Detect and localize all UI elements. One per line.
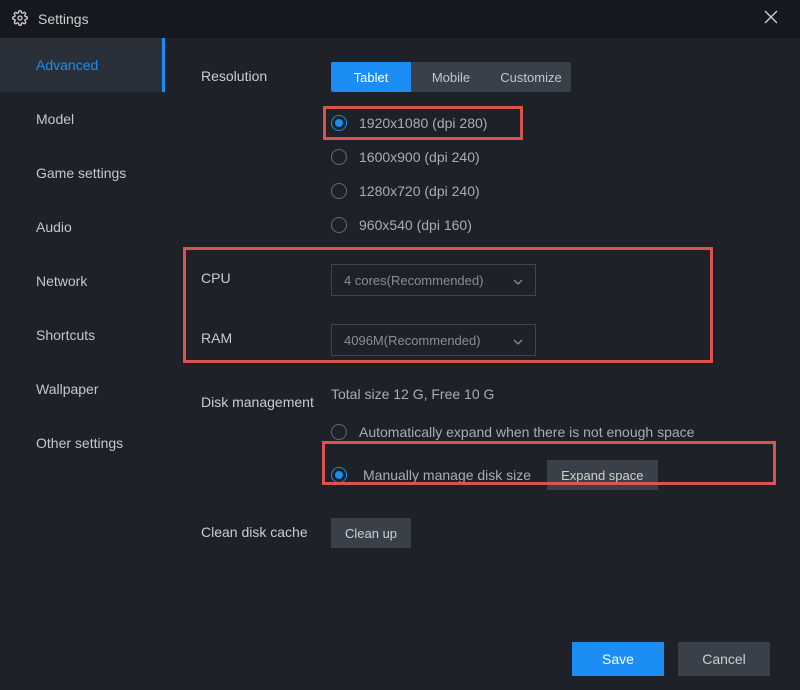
disk-manual-option[interactable]: Manually manage disk size Expand space bbox=[331, 460, 694, 490]
main-panel: Resolution Tablet Mobile Customize 1920x… bbox=[165, 38, 800, 628]
sidebar-item-model[interactable]: Model bbox=[0, 92, 165, 146]
sidebar-item-shortcuts[interactable]: Shortcuts bbox=[0, 308, 165, 362]
clean-cache-label: Clean disk cache bbox=[201, 518, 331, 540]
sidebar-item-advanced[interactable]: Advanced bbox=[0, 38, 165, 92]
sidebar-item-label: Wallpaper bbox=[36, 381, 99, 397]
save-button[interactable]: Save bbox=[572, 642, 664, 676]
sidebar-item-label: Advanced bbox=[36, 57, 98, 73]
radio-label: 1600x900 (dpi 240) bbox=[359, 149, 480, 165]
sidebar-item-label: Shortcuts bbox=[36, 327, 95, 343]
resolution-label: Resolution bbox=[201, 62, 331, 84]
resolution-option-960[interactable]: 960x540 (dpi 160) bbox=[331, 214, 487, 236]
radio-label: Automatically expand when there is not e… bbox=[359, 424, 694, 440]
disk-info: Total size 12 G, Free 10 G bbox=[331, 386, 694, 402]
cpu-select[interactable]: 4 cores(Recommended) bbox=[331, 264, 536, 296]
ram-select[interactable]: 4096M(Recommended) bbox=[331, 324, 536, 356]
sidebar-item-label: Audio bbox=[36, 219, 72, 235]
tab-customize[interactable]: Customize bbox=[491, 62, 571, 92]
titlebar-left: Settings bbox=[12, 10, 89, 29]
cpu-select-value: 4 cores(Recommended) bbox=[344, 273, 483, 288]
sidebar-item-audio[interactable]: Audio bbox=[0, 200, 165, 254]
close-icon[interactable] bbox=[754, 4, 788, 35]
resolution-option-1920[interactable]: 1920x1080 (dpi 280) bbox=[331, 112, 487, 134]
clean-up-button[interactable]: Clean up bbox=[331, 518, 411, 548]
resolution-option-1600[interactable]: 1600x900 (dpi 240) bbox=[331, 146, 487, 168]
sidebar: Advanced Model Game settings Audio Netwo… bbox=[0, 38, 165, 628]
radio-icon bbox=[331, 467, 347, 483]
gear-icon bbox=[12, 10, 28, 29]
sidebar-item-network[interactable]: Network bbox=[0, 254, 165, 308]
radio-icon bbox=[331, 424, 347, 440]
radio-label: Manually manage disk size bbox=[363, 467, 531, 483]
cancel-button[interactable]: Cancel bbox=[678, 642, 770, 676]
sidebar-item-game-settings[interactable]: Game settings bbox=[0, 146, 165, 200]
tab-mobile[interactable]: Mobile bbox=[411, 62, 491, 92]
disk-label: Disk management bbox=[201, 386, 331, 413]
expand-space-button[interactable]: Expand space bbox=[547, 460, 657, 490]
disk-auto-option[interactable]: Automatically expand when there is not e… bbox=[331, 416, 694, 448]
tab-tablet[interactable]: Tablet bbox=[331, 62, 411, 92]
radio-icon bbox=[331, 217, 347, 233]
sidebar-item-label: Model bbox=[36, 111, 74, 127]
resolution-option-1280[interactable]: 1280x720 (dpi 240) bbox=[331, 180, 487, 202]
sidebar-item-other-settings[interactable]: Other settings bbox=[0, 416, 165, 470]
sidebar-item-label: Other settings bbox=[36, 435, 123, 451]
resolution-radio-list: 1920x1080 (dpi 280) 1600x900 (dpi 240) 1… bbox=[331, 112, 487, 236]
sidebar-item-label: Game settings bbox=[36, 165, 126, 181]
chevron-down-icon bbox=[513, 275, 523, 285]
ram-select-value: 4096M(Recommended) bbox=[344, 333, 481, 348]
titlebar: Settings bbox=[0, 0, 800, 38]
sidebar-item-wallpaper[interactable]: Wallpaper bbox=[0, 362, 165, 416]
radio-label: 1920x1080 (dpi 280) bbox=[359, 115, 487, 131]
resolution-tabs: Tablet Mobile Customize bbox=[331, 62, 571, 92]
settings-window: Settings Advanced Model Game settings Au… bbox=[0, 0, 800, 690]
chevron-down-icon bbox=[513, 335, 523, 345]
radio-icon bbox=[331, 115, 347, 131]
radio-icon bbox=[331, 149, 347, 165]
radio-label: 960x540 (dpi 160) bbox=[359, 217, 472, 233]
cpu-label: CPU bbox=[201, 264, 331, 286]
footer: Save Cancel bbox=[0, 628, 800, 690]
radio-icon bbox=[331, 183, 347, 199]
sidebar-item-label: Network bbox=[36, 273, 87, 289]
radio-label: 1280x720 (dpi 240) bbox=[359, 183, 480, 199]
ram-label: RAM bbox=[201, 324, 331, 346]
window-title: Settings bbox=[38, 11, 89, 27]
